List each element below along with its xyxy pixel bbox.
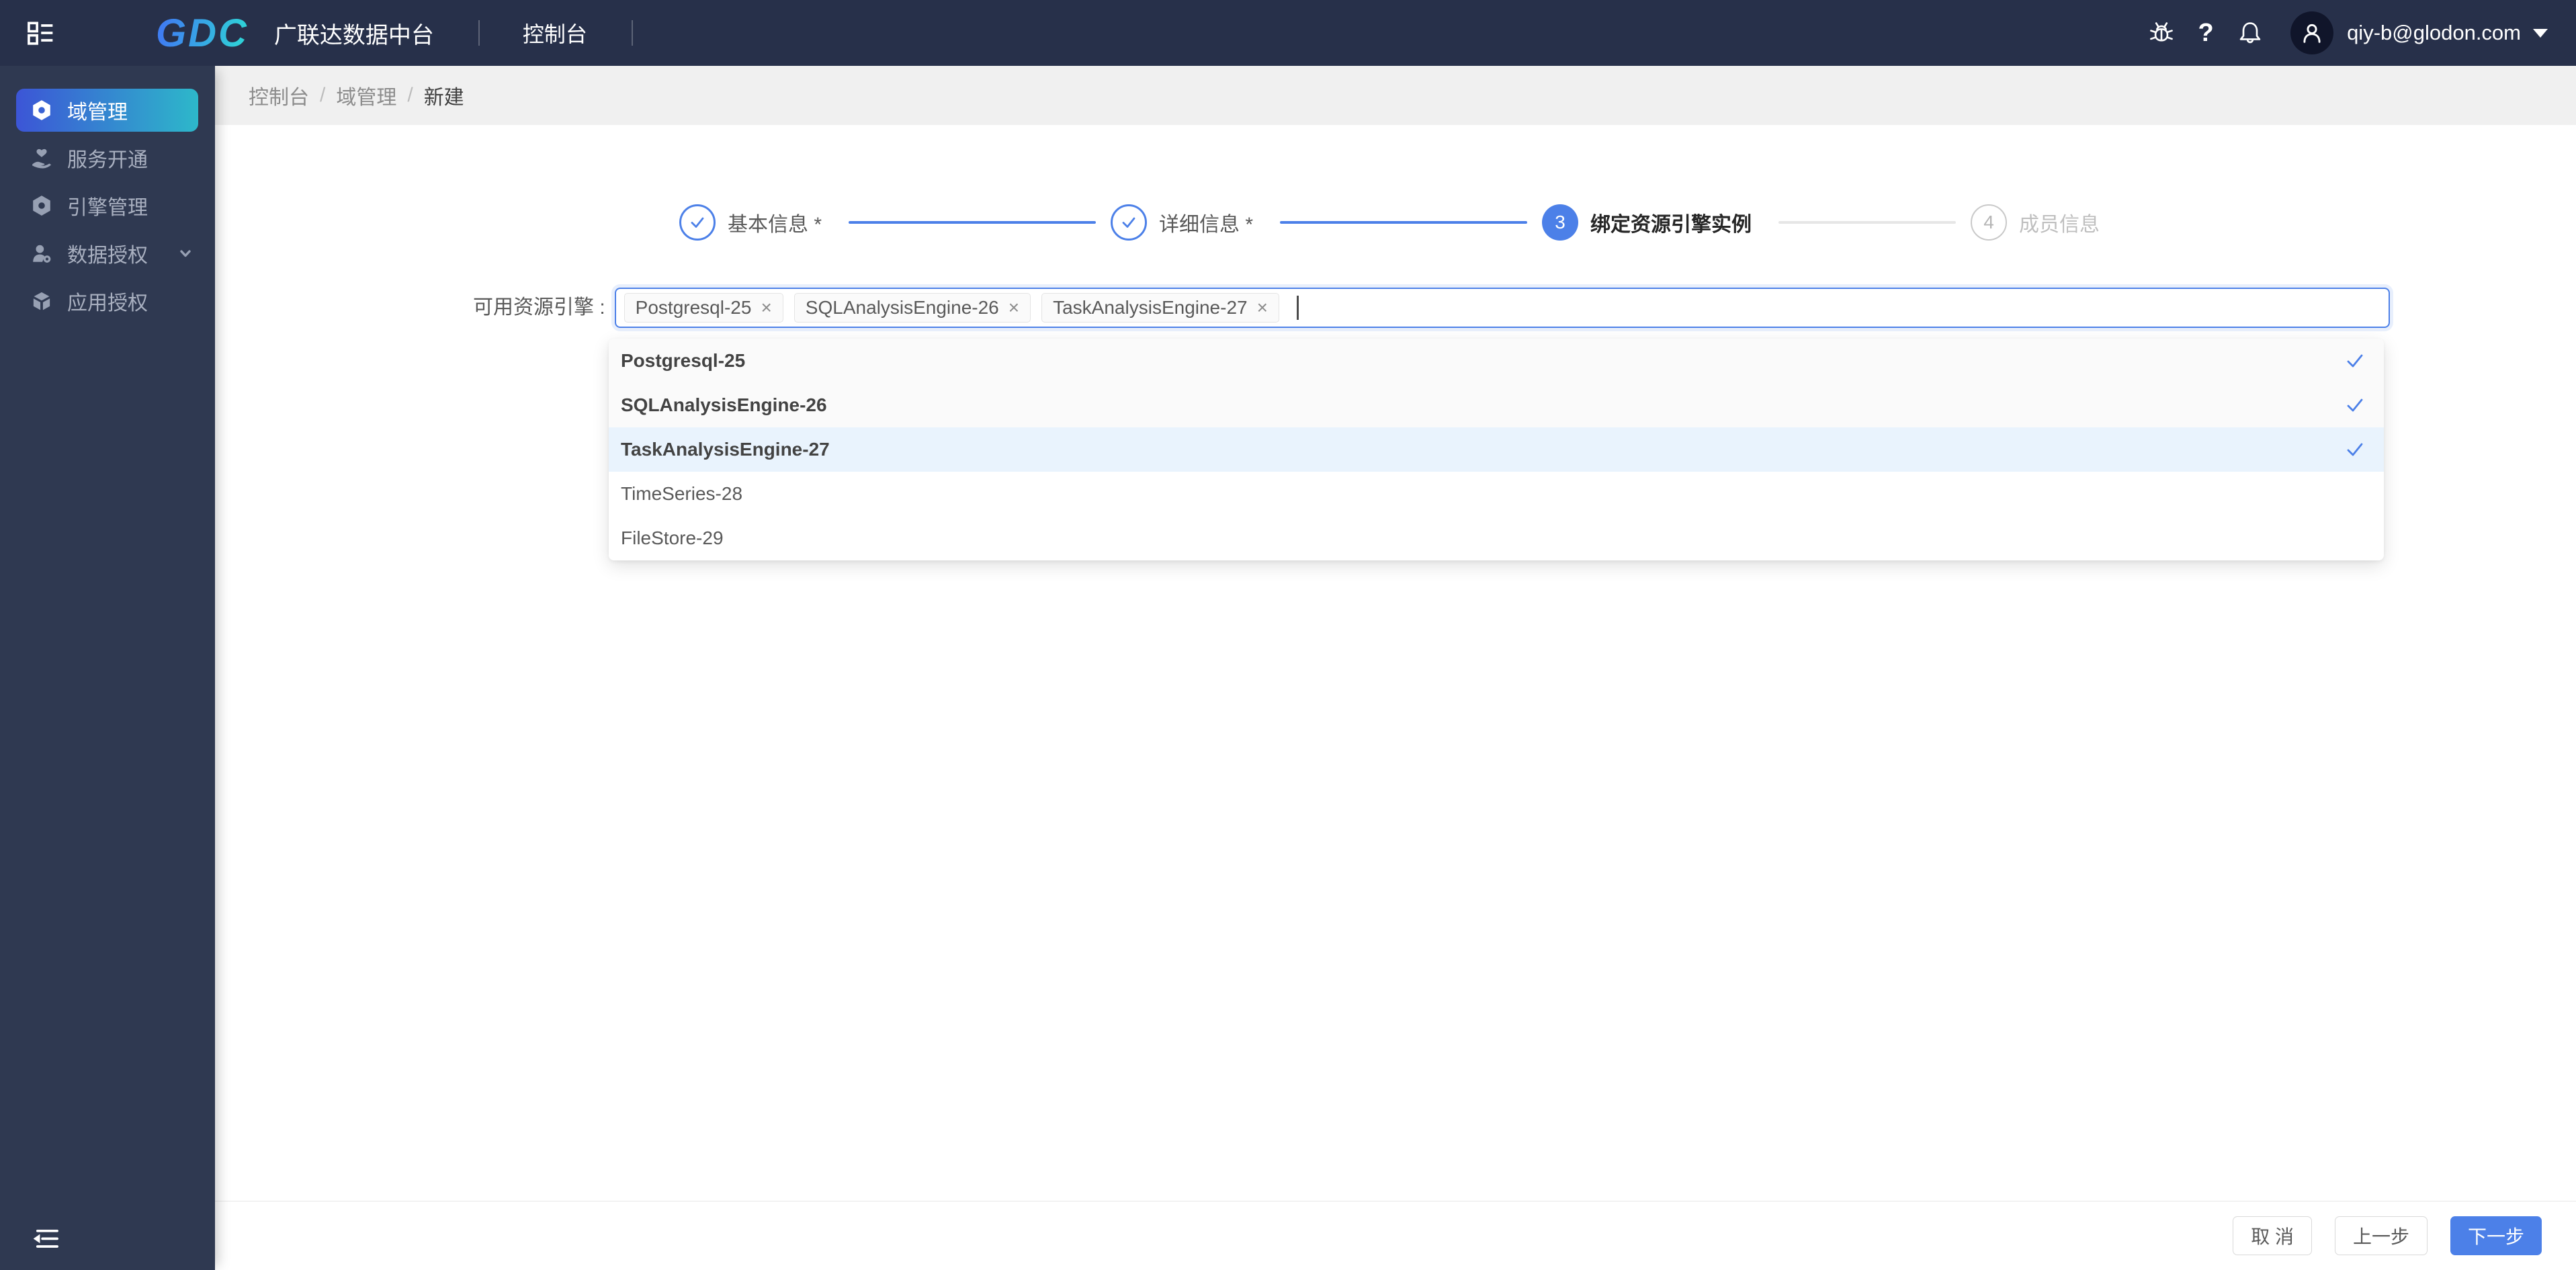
previous-step-button[interactable]: 上一步	[2335, 1216, 2428, 1255]
menu-fold-icon[interactable]	[31, 1224, 60, 1254]
option-sqlanalysisengine-26[interactable]: SQLAnalysisEngine-26	[609, 383, 2384, 427]
engine-options-dropdown: Postgresql-25 SQLAnalysisEngine-26 TaskA…	[609, 339, 2384, 560]
tag-label: TaskAnalysisEngine-27	[1053, 297, 1248, 319]
breadcrumb-item-domain-management[interactable]: 域管理	[336, 81, 396, 110]
step-1-label: 基本信息 *	[728, 208, 822, 237]
navbar-right: ? qiy-b@glodon.com	[2131, 11, 2548, 54]
sidebar-item-label: 域管理	[67, 95, 128, 125]
text-cursor	[1297, 296, 1299, 320]
option-timeseries-28[interactable]: TimeSeries-28	[609, 472, 2384, 516]
tag-label: SQLAnalysisEngine-26	[806, 297, 999, 319]
sidebar-item-label: 引擎管理	[67, 191, 148, 220]
option-postgresql-25[interactable]: Postgresql-25	[609, 339, 2384, 383]
check-icon	[2345, 395, 2365, 415]
option-label: FileStore-29	[621, 527, 2365, 549]
option-filestore-29[interactable]: FileStore-29	[609, 516, 2384, 560]
step-2-label: 详细信息 *	[1159, 208, 1253, 237]
step-2-check-icon	[1111, 204, 1147, 241]
option-label: SQLAnalysisEngine-26	[621, 394, 2345, 416]
breadcrumb-item-new: 新建	[424, 81, 464, 110]
tag-remove-icon[interactable]: ×	[761, 298, 771, 317]
step-1-check-icon	[679, 204, 716, 241]
sidebar-item-domain-management[interactable]: 域管理	[16, 89, 198, 132]
field-label: 可用资源引擎 :	[473, 288, 605, 328]
help-icon[interactable]: ?	[2192, 19, 2219, 46]
avatar[interactable]	[2290, 11, 2333, 54]
tag-sqlanalysisengine-26[interactable]: SQLAnalysisEngine-26 ×	[794, 293, 1031, 323]
breadcrumb: 控制台 / 域管理 / 新建	[215, 66, 2576, 125]
sidebar-item-app-authorization[interactable]: 应用授权	[0, 280, 215, 323]
product-title: 广联达数据中台	[274, 17, 434, 50]
sidebar-item-data-authorization[interactable]: 数据授权	[0, 232, 215, 275]
app-list-icon[interactable]	[26, 18, 55, 48]
step-connector	[1778, 221, 1956, 224]
tag-postgresql-25[interactable]: Postgresql-25 ×	[624, 293, 783, 323]
sidebar-item-label: 数据授权	[67, 239, 148, 268]
tag-remove-icon[interactable]: ×	[1008, 298, 1019, 317]
bug-icon[interactable]	[2148, 19, 2175, 46]
tag-remove-icon[interactable]: ×	[1257, 298, 1268, 317]
step-4-number: 4	[1971, 204, 2007, 241]
sidebar-item-service-activation[interactable]: 服务开通	[0, 136, 215, 179]
user-gear-icon	[31, 243, 52, 264]
navbar-left: GDC 广联达数据中台 控制台	[0, 11, 633, 56]
next-step-button[interactable]: 下一步	[2450, 1216, 2542, 1255]
check-icon	[2345, 351, 2365, 371]
sidebar-item-label: 服务开通	[67, 143, 148, 173]
tag-taskanalysisengine-27[interactable]: TaskAnalysisEngine-27 ×	[1041, 293, 1279, 323]
step-3-label: 绑定资源引擎实例	[1590, 208, 1752, 237]
hand-heart-icon	[31, 147, 52, 169]
step-3-number: 3	[1542, 204, 1578, 241]
chevron-down-icon	[176, 244, 195, 263]
top-navbar: GDC 广联达数据中台 控制台 ?	[0, 0, 2576, 66]
tag-label: Postgresql-25	[636, 297, 752, 319]
wizard-stepper: 基本信息 * 详细信息 * 3 绑定资源引擎实例 4 成员信息	[215, 204, 2576, 241]
wizard-footer: 取 消 上一步 下一步	[215, 1201, 2576, 1270]
hexagon-nut-icon	[31, 195, 52, 216]
option-label: TaskAnalysisEngine-27	[621, 439, 2345, 460]
nav-item-console[interactable]: 控制台	[523, 17, 587, 48]
option-label: TimeSeries-28	[621, 483, 2365, 505]
cancel-button[interactable]: 取 消	[2233, 1216, 2312, 1255]
cube-icon	[31, 290, 52, 312]
step-4-label: 成员信息	[2019, 208, 2100, 237]
sidebar-menu: 域管理 服务开通 引擎管理	[0, 89, 215, 323]
navbar-divider	[478, 20, 480, 46]
option-label: Postgresql-25	[621, 350, 2345, 372]
navbar-divider	[632, 20, 633, 46]
sidebar: 域管理 服务开通 引擎管理	[0, 66, 215, 1270]
form-row-available-engines: 可用资源引擎 : Postgresql-25 × SQLAnalysisEngi…	[215, 288, 2576, 328]
hexagon-nut-icon	[31, 99, 52, 121]
brand-logo: GDC	[156, 11, 249, 56]
breadcrumb-separator: /	[407, 84, 413, 107]
app-root: GDC 广联达数据中台 控制台 ?	[0, 0, 2576, 1270]
user-email[interactable]: qiy-b@glodon.com	[2347, 21, 2521, 45]
breadcrumb-separator: /	[320, 84, 325, 107]
option-taskanalysisengine-27[interactable]: TaskAnalysisEngine-27	[609, 427, 2384, 472]
step-connector	[849, 221, 1096, 224]
sidebar-item-engine-management[interactable]: 引擎管理	[0, 184, 215, 227]
breadcrumb-item-console[interactable]: 控制台	[249, 81, 309, 110]
chevron-down-icon[interactable]	[2533, 29, 2548, 38]
check-icon	[2345, 439, 2365, 460]
notification-bell-icon[interactable]	[2237, 19, 2264, 46]
step-connector	[1280, 221, 1527, 224]
engine-multiselect-input[interactable]: Postgresql-25 × SQLAnalysisEngine-26 × T…	[615, 288, 2390, 328]
main-content: 基本信息 * 详细信息 * 3 绑定资源引擎实例 4 成员信息 可用资源引擎 :…	[215, 125, 2576, 1201]
sidebar-item-label: 应用授权	[67, 286, 148, 316]
